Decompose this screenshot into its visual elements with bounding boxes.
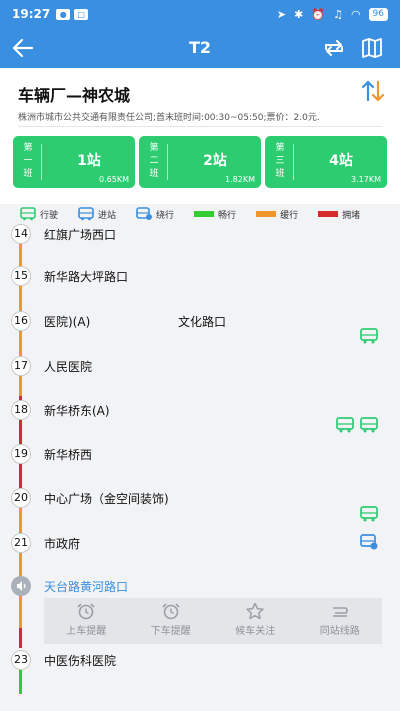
shift-label: 第二班 — [149, 143, 159, 179]
legend-slow: 缓行 — [256, 208, 298, 221]
list-item[interactable]: 19 新华桥西 — [0, 444, 400, 468]
location-icon: ➤ — [276, 7, 287, 21]
swap-direction-icon[interactable] — [360, 78, 386, 104]
shift-label: 第一班 — [23, 143, 33, 179]
list-item[interactable]: 16 医院)(A) 文化路口 — [0, 311, 400, 335]
list-item[interactable]: 17 人民医院 — [0, 356, 400, 380]
status-bar: 19:27 ● □ ➤ ✱ ⏰ ♫ ◠ 96 — [0, 0, 400, 28]
alight-alert-button[interactable]: 下车提醒 — [129, 598, 214, 644]
shift-card-2[interactable]: 第二班 2站 1.82KM — [139, 136, 261, 188]
stop-number: 23 — [11, 650, 31, 670]
alarm-clock-icon — [162, 603, 180, 620]
stop-name: 新华桥东(A) — [44, 404, 110, 418]
shift-stops-away: 4站 — [329, 153, 353, 169]
stop-number: 15 — [11, 266, 31, 286]
bluetooth-icon: ✱ — [294, 7, 304, 21]
shift-distance: 1.82KM — [225, 175, 255, 184]
legend-smooth: 畅行 — [194, 208, 236, 221]
alarm-clock-icon — [77, 603, 95, 620]
stop-number: 19 — [11, 444, 31, 464]
bus-moving-icon[interactable] — [360, 328, 378, 344]
route-info: 株洲市城市公共交通有限责任公司;首末班时间:00:30~05:50;票价：2.0… — [18, 113, 320, 123]
stop-number: 14 — [11, 224, 31, 244]
battery-indicator: 96 — [368, 7, 388, 21]
legend-arriving: 进站 — [78, 207, 116, 221]
legend-moving: 行驶 — [20, 207, 58, 221]
route-name: 车辆厂—神农城 — [18, 86, 131, 105]
shift-stops-away: 1站 — [77, 153, 101, 169]
stop-name: 市政府 — [44, 537, 81, 551]
divider — [18, 126, 382, 127]
selected-stop-name: 天台路黄河路口 — [44, 580, 129, 594]
list-item-selected[interactable]: 天台路黄河路口 — [0, 576, 400, 600]
shift-label: 第三班 — [275, 143, 285, 179]
stop-action-bar: 上车提醒 下车提醒 候车关注 同站线路 — [44, 598, 382, 644]
bus-detour-icon[interactable] — [360, 534, 378, 550]
stop-number: 17 — [11, 356, 31, 376]
wifi-icon: ◠ — [350, 7, 361, 21]
refresh-icon[interactable] — [322, 36, 346, 60]
board-alert-button[interactable]: 上车提醒 — [44, 598, 129, 644]
list-item[interactable]: 15 新华路大坪路口 — [0, 266, 400, 290]
stop-number: 20 — [11, 488, 31, 508]
bus-arriving-icon — [78, 207, 94, 221]
bus-moving-icon[interactable] — [336, 417, 354, 433]
app-bar: T2 — [0, 28, 400, 68]
stop-name: 新华路大坪路口 — [44, 270, 129, 284]
route-segment-congested — [19, 628, 22, 648]
bus-moving-icon — [20, 207, 36, 221]
transfer-lines-button[interactable]: 同站线路 — [298, 598, 383, 644]
traffic-legend: 行驶 进站 绕行 畅行 缓行 拥堵 — [0, 204, 400, 224]
stop-number: 18 — [11, 400, 31, 420]
list-item[interactable]: 23 中医伤科医院 — [0, 650, 400, 674]
shift-card-3[interactable]: 第三班 4站 3.17KM — [265, 136, 387, 188]
legend-detour: 绕行 — [136, 207, 174, 221]
transfer-icon — [332, 607, 348, 617]
follow-stop-button[interactable]: 候车关注 — [213, 598, 298, 644]
silent-icon: ♫ — [333, 7, 343, 21]
list-item[interactable]: 21 市政府 — [0, 533, 400, 557]
alarm-icon: ⏰ — [311, 7, 326, 21]
stop-name: 人民医院 — [44, 360, 93, 374]
legend-congested: 拥堵 — [318, 208, 360, 221]
star-icon — [246, 602, 264, 620]
stop-name: 新华桥西 — [44, 448, 93, 462]
speaker-icon — [11, 576, 31, 596]
stop-tooltip-text: 文化路口 — [178, 315, 227, 329]
bus-moving-icon[interactable] — [360, 417, 378, 433]
stop-number: 21 — [11, 533, 31, 553]
shift-distance: 0.65KM — [99, 175, 129, 184]
status-time: 19:27 — [12, 7, 51, 21]
stop-name: 医院)(A) — [44, 315, 91, 329]
shift-card-1[interactable]: 第一班 1站 0.65KM — [13, 136, 135, 188]
shift-distance: 3.17KM — [351, 175, 381, 184]
stop-name: 中心广场（金空间装饰) — [44, 492, 169, 506]
list-item[interactable]: 20 中心广场（金空间装饰) — [0, 488, 400, 512]
notification-icon: □ — [74, 8, 89, 20]
shift-stops-away: 2站 — [203, 153, 227, 169]
list-item[interactable]: 14 红旗广场西口 — [0, 224, 400, 248]
bus-detour-icon — [136, 207, 153, 220]
stop-name: 中医伤科医院 — [44, 654, 117, 668]
wechat-icon: ● — [56, 8, 71, 20]
route-card: 车辆厂—神农城 株洲市城市公共交通有限责任公司;首末班时间:00:30~05:5… — [0, 68, 400, 204]
stop-number: 16 — [11, 311, 31, 331]
bus-moving-icon[interactable] — [360, 506, 378, 522]
stop-name: 红旗广场西口 — [44, 228, 117, 242]
status-icons: ➤ ✱ ⏰ ♫ ◠ 96 — [276, 7, 388, 21]
stop-list: 14 红旗广场西口 15 新华路大坪路口 16 医院)(A) 文化路口 17 人… — [0, 224, 400, 711]
map-icon[interactable] — [360, 36, 384, 60]
